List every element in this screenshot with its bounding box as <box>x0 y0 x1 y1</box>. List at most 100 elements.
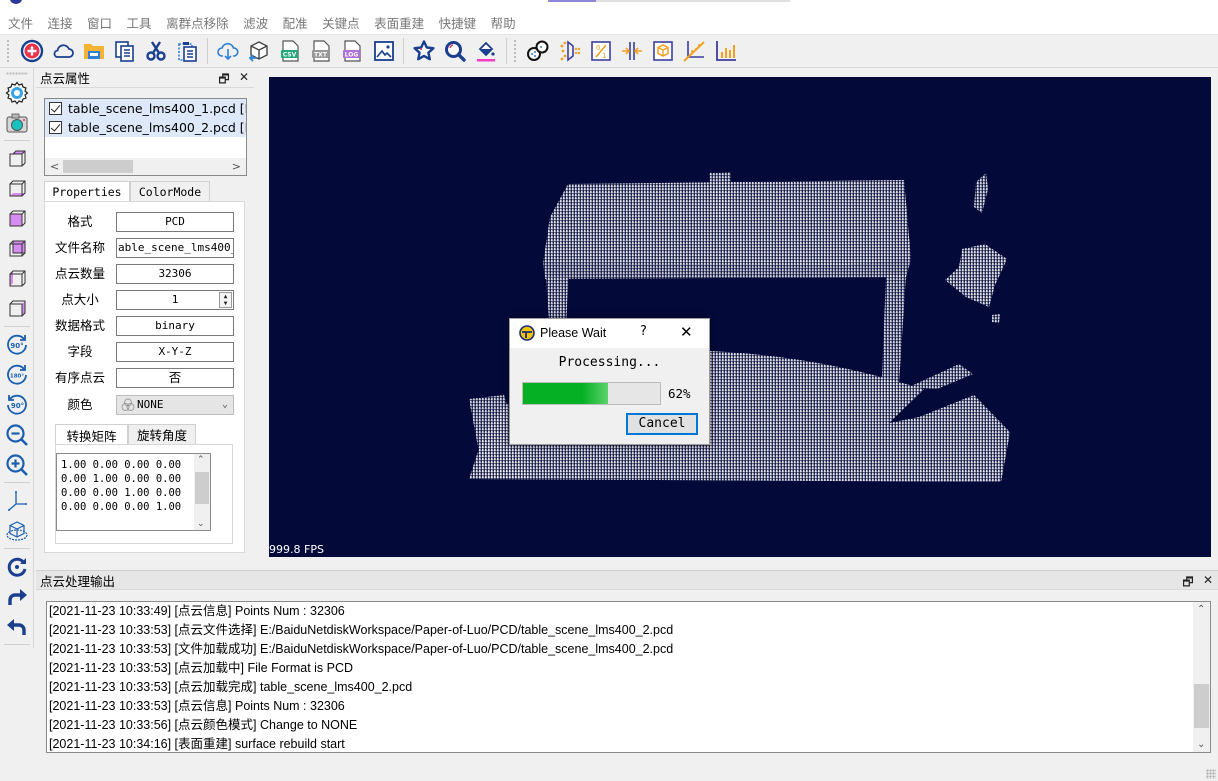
menu-connect[interactable]: 连接 <box>48 13 73 32</box>
refresh-button[interactable] <box>4 554 30 580</box>
dialog-title-bar[interactable]: Please Wait ? ✕ <box>510 319 709 348</box>
menu-help[interactable]: 帮助 <box>491 13 516 32</box>
point-count-field[interactable]: 32306 <box>116 264 234 284</box>
scroll-down-icon[interactable]: ⌄ <box>197 519 205 529</box>
redo-button[interactable] <box>4 584 30 610</box>
cut-button[interactable] <box>142 37 170 65</box>
downsample-button[interactable]: 01 <box>587 37 615 65</box>
file-checkbox[interactable] <box>49 102 62 115</box>
scroll-right-icon[interactable]: > <box>232 158 241 175</box>
import-cube-button[interactable] <box>245 37 273 65</box>
rotate-90-ccw-button[interactable]: 90° <box>4 392 30 418</box>
vertical-scrollbar[interactable]: ⌃ ⌄ <box>194 454 210 530</box>
axes-button[interactable] <box>4 488 30 514</box>
cube-rotate-button[interactable] <box>4 518 30 544</box>
view-left-button[interactable] <box>4 266 30 292</box>
view-top-button[interactable] <box>4 146 30 172</box>
close-icon[interactable]: ✕ <box>680 323 693 341</box>
menu-shortcuts[interactable]: 快捷键 <box>439 13 477 32</box>
menu-surface-reconstruction[interactable]: 表面重建 <box>374 13 424 32</box>
tab-transform-matrix[interactable]: 转换矩阵 <box>55 424 128 445</box>
matrix-textbox[interactable]: 1.00 0.00 0.00 0.00 0.00 1.00 0.00 0.00 … <box>56 453 211 531</box>
menu-window[interactable]: 窗口 <box>87 13 112 32</box>
export-log-button[interactable]: LOG <box>338 37 366 65</box>
line-fit-button[interactable] <box>680 37 708 65</box>
dock-close-icon[interactable]: ✕ <box>1200 573 1216 587</box>
file-list-item[interactable]: table_scene_lms400_2.pcd [E:/E <box>45 118 246 137</box>
menu-outlier-removal[interactable]: 离群点移除 <box>166 13 229 32</box>
scroll-down-icon[interactable]: ⌄ <box>1197 739 1205 750</box>
point-filter-button[interactable] <box>556 37 584 65</box>
point-cloud-object <box>992 314 1000 323</box>
zoom-out-button[interactable] <box>4 422 30 448</box>
scrollbar-thumb[interactable] <box>1194 684 1209 728</box>
paste-button[interactable] <box>174 37 202 65</box>
cancel-button[interactable]: Cancel <box>626 413 698 435</box>
menu-registration[interactable]: 配准 <box>283 13 308 32</box>
tab-properties[interactable]: Properties <box>44 181 130 202</box>
menu-file[interactable]: 文件 <box>8 13 33 32</box>
merge-button[interactable] <box>618 37 646 65</box>
scroll-up-icon[interactable]: ⌃ <box>1197 604 1205 615</box>
dock-title-bar[interactable]: 点云属性 🗗 ✕ <box>36 68 254 88</box>
point-size-stepper[interactable]: 1 ▲ ▼ <box>116 290 234 310</box>
menu-keypoints[interactable]: 关键点 <box>322 13 360 32</box>
scroll-up-icon[interactable]: ⌃ <box>197 455 205 465</box>
open-folder-button[interactable] <box>80 37 108 65</box>
favorite-button[interactable] <box>410 37 438 65</box>
dock-float-icon[interactable]: 🗗 <box>1180 573 1196 594</box>
file-checkbox[interactable] <box>49 121 62 134</box>
copy-button[interactable] <box>111 37 139 65</box>
help-icon[interactable]: ? <box>640 324 647 339</box>
dock-float-icon[interactable]: 🗗 <box>216 70 232 91</box>
tab-colormode[interactable]: ColorMode <box>130 181 210 201</box>
view-front-button[interactable] <box>4 206 30 232</box>
data-format-field[interactable]: binary <box>116 316 234 336</box>
add-button[interactable] <box>18 37 46 65</box>
horizontal-scrollbar[interactable]: < > <box>45 158 246 175</box>
dock-close-icon[interactable]: ✕ <box>236 70 252 84</box>
export-txt-button[interactable]: TXT <box>307 37 335 65</box>
color-select[interactable]: NONE ⌄ <box>116 395 234 415</box>
view-right-button[interactable] <box>4 296 30 322</box>
histogram-button[interactable] <box>712 37 740 65</box>
menu-filter[interactable]: 滤波 <box>243 13 268 32</box>
vertical-scrollbar[interactable]: ⌃ ⌄ <box>1193 602 1210 752</box>
camera-button[interactable] <box>4 110 30 136</box>
tab-rotation-angle[interactable]: 旋转角度 <box>128 424 196 444</box>
search-button[interactable] <box>441 37 469 65</box>
toolbar-separator <box>403 38 405 64</box>
menu-tools[interactable]: 工具 <box>127 13 152 32</box>
scroll-left-icon[interactable]: < <box>50 158 59 175</box>
view-back-button[interactable] <box>4 236 30 262</box>
view-bottom-button[interactable] <box>4 176 30 202</box>
file-name-field[interactable]: able_scene_lms400_2 <box>116 238 234 258</box>
scrollbar-thumb[interactable] <box>195 472 209 504</box>
toolbar-grip[interactable] <box>512 39 517 63</box>
zoom-in-button[interactable] <box>4 452 30 478</box>
cloud-download-icon <box>216 42 239 61</box>
rotate-180-button[interactable]: 180° <box>4 362 30 388</box>
screenshot-button[interactable] <box>370 37 398 65</box>
dock-title-bar[interactable]: 点云处理输出 🗗 ✕ <box>36 570 1218 590</box>
export-csv-button[interactable]: CSV <box>276 37 304 65</box>
organized-field[interactable]: 否 <box>116 368 234 388</box>
size-grip[interactable] <box>1206 769 1216 779</box>
stepper-arrows[interactable]: ▲ ▼ <box>219 292 232 308</box>
scrollbar-thumb[interactable] <box>63 160 133 173</box>
file-list-item[interactable]: table_scene_lms400_1.pcd [E:/E <box>45 99 246 118</box>
cloud-download-button[interactable] <box>214 37 242 65</box>
format-field[interactable]: PCD <box>116 212 234 232</box>
point-sets-button[interactable] <box>524 37 552 65</box>
undo-button[interactable] <box>4 614 30 640</box>
rotate-90-cw-button[interactable]: 90° <box>4 332 30 358</box>
3d-viewport[interactable]: 999.8 FPS <box>269 77 1211 557</box>
toolbar-grip[interactable] <box>6 39 10 63</box>
output-log[interactable]: [2021-11-23 10:33:49] [点云信息] Points Num … <box>46 601 1211 753</box>
fields-field[interactable]: X-Y-Z <box>116 342 234 362</box>
toolbar-grip[interactable] <box>6 72 28 75</box>
cloud-button[interactable] <box>49 37 77 65</box>
bounding-box-button[interactable] <box>649 37 677 65</box>
settings-button[interactable] <box>4 80 30 106</box>
paint-bucket-button[interactable] <box>472 37 500 65</box>
